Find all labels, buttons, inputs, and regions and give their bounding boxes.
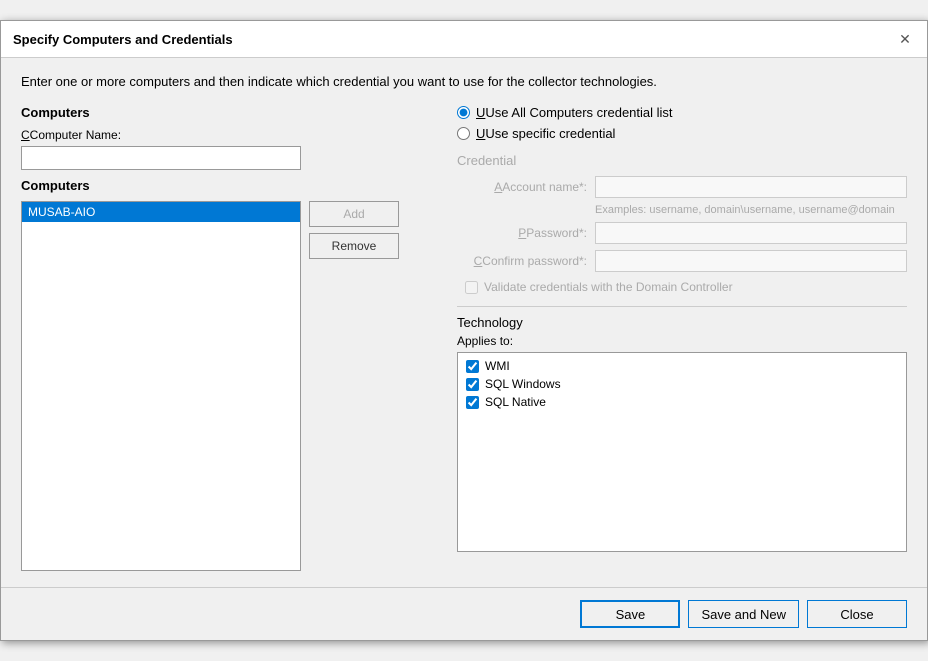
- radio-all-label: UUse All Computers credential list: [476, 105, 673, 120]
- tech-item-sql-windows: SQL Windows: [462, 375, 902, 393]
- close-icon-button[interactable]: ✕: [895, 29, 915, 49]
- credential-section: Credential AAccount name*: Examples: use…: [457, 153, 907, 294]
- validate-label: Validate credentials with the Domain Con…: [484, 280, 733, 294]
- account-name-input[interactable]: [595, 176, 907, 198]
- radio-all-input[interactable]: [457, 106, 470, 119]
- list-item[interactable]: MUSAB-AIO: [22, 202, 300, 222]
- main-content: Computers CComputer Name: Computers MUSA…: [21, 105, 907, 571]
- technology-section: Technology Applies to: WMI SQL Windows: [457, 306, 907, 552]
- computer-input-row: [21, 146, 441, 170]
- description-text: Enter one or more computers and then ind…: [21, 74, 907, 89]
- tech-item-wmi: WMI: [462, 357, 902, 375]
- radio-all-computers[interactable]: UUse All Computers credential list: [457, 105, 907, 120]
- account-name-field: AAccount name*:: [457, 176, 907, 198]
- radio-specific-label: UUse specific credential: [476, 126, 615, 141]
- confirm-password-field: CConfirm password*:: [457, 250, 907, 272]
- password-label: PPassword*:: [457, 226, 587, 240]
- wmi-label: WMI: [485, 359, 510, 373]
- dialog-footer: Save Save and New Close: [1, 587, 927, 640]
- validate-checkbox[interactable]: [465, 281, 478, 294]
- sql-windows-label: SQL Windows: [485, 377, 561, 391]
- validate-row: Validate credentials with the Domain Con…: [465, 280, 907, 294]
- add-button[interactable]: Add: [309, 201, 399, 227]
- computer-name-input[interactable]: [21, 146, 301, 170]
- radio-specific-input[interactable]: [457, 127, 470, 140]
- sql-native-checkbox[interactable]: [466, 396, 479, 409]
- credential-title: Credential: [457, 153, 907, 168]
- examples-text: Examples: username, domain\username, use…: [595, 204, 907, 216]
- technology-list: WMI SQL Windows SQL Native: [457, 352, 907, 552]
- technology-title: Technology: [457, 315, 907, 330]
- close-button[interactable]: Close: [807, 600, 907, 628]
- dialog-title: Specify Computers and Credentials: [13, 32, 233, 47]
- tech-item-sql-native: SQL Native: [462, 393, 902, 411]
- applies-to-label: Applies to:: [457, 334, 907, 348]
- computer-name-label: CComputer Name:: [21, 128, 441, 142]
- confirm-password-label: CConfirm password*:: [457, 254, 587, 268]
- radio-group: UUse All Computers credential list UUse …: [457, 105, 907, 141]
- computers-list[interactable]: MUSAB-AIO: [21, 201, 301, 571]
- save-and-new-button[interactable]: Save and New: [688, 600, 799, 628]
- account-name-label: AAccount name*:: [457, 180, 587, 194]
- right-panel: UUse All Computers credential list UUse …: [457, 105, 907, 571]
- password-field: PPassword*:: [457, 222, 907, 244]
- title-bar: Specify Computers and Credentials ✕: [1, 21, 927, 58]
- password-input[interactable]: [595, 222, 907, 244]
- dialog-window: Specify Computers and Credentials ✕ Ente…: [0, 20, 928, 641]
- computers-list-label: Computers: [21, 178, 441, 193]
- save-button[interactable]: Save: [580, 600, 680, 628]
- remove-button[interactable]: Remove: [309, 233, 399, 259]
- sql-windows-checkbox[interactable]: [466, 378, 479, 391]
- sql-native-label: SQL Native: [485, 395, 546, 409]
- confirm-password-input[interactable]: [595, 250, 907, 272]
- left-panel: Computers CComputer Name: Computers MUSA…: [21, 105, 441, 571]
- radio-specific-credential[interactable]: UUse specific credential: [457, 126, 907, 141]
- wmi-checkbox[interactable]: [466, 360, 479, 373]
- computers-section-label: Computers: [21, 105, 441, 120]
- computer-list-row: MUSAB-AIO Add Remove: [21, 201, 441, 571]
- dialog-body: Enter one or more computers and then ind…: [1, 58, 927, 587]
- list-buttons: Add Remove: [309, 201, 399, 259]
